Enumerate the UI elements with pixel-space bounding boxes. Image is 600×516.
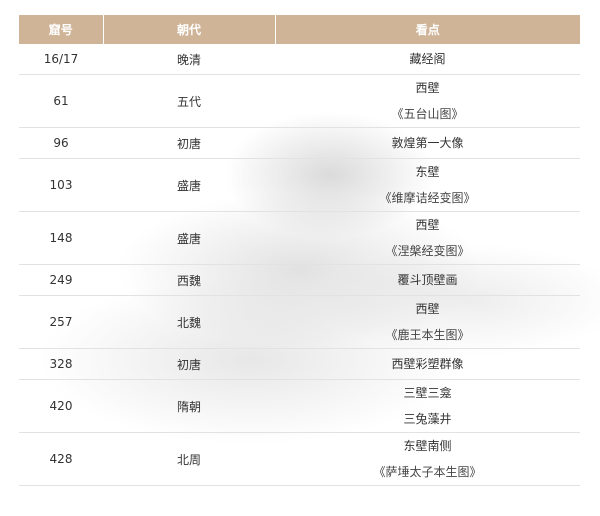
table-row: 103 盛唐 东壁 《维摩诘经变图》 [19,158,580,212]
dynasty-cell: 隋朝 [103,379,275,433]
cave-table-container: 窟号 朝代 看点 16/17 晚清 藏经阁 61 五代 西壁 《五台山图》 96 初唐 敦煌第一大… [19,15,580,486]
table-row: 16/17 晚清 藏经阁 [19,44,580,75]
sights-line: 三兔藻井 [403,412,452,426]
cave-number-cell: 103 [19,158,103,212]
cave-number-cell: 328 [19,348,103,380]
header-cave-number: 窟号 [19,15,104,44]
table-row: 61 五代 西壁 《五台山图》 [19,74,580,128]
cave-number-cell: 249 [19,264,103,296]
sights-line: 西壁 [415,302,440,316]
table-row: 428 北周 东壁南侧 《萨埵太子本生图》 [19,432,580,486]
cave-number-cell: 61 [19,74,103,128]
table-row: 257 北魏 西壁 《鹿王本生图》 [19,295,580,349]
sights-line: 西壁 [415,81,440,95]
header-dynasty: 朝代 [103,15,276,44]
table-row: 328 初唐 西壁彩塑群像 [19,348,580,380]
sights-line: 东壁南侧 [403,439,452,453]
cave-number-cell: 420 [19,379,103,433]
header-sights: 看点 [275,15,580,44]
cave-number-cell: 428 [19,432,103,486]
dynasty-cell: 盛唐 [103,158,275,212]
dynasty-cell: 五代 [103,74,275,128]
dynasty-cell: 初唐 [103,348,275,380]
dynasty-cell: 北周 [103,432,275,486]
dynasty-cell: 晚清 [103,44,275,75]
sights-line: 覆斗顶壁画 [397,273,458,287]
sights-line: 《鹿王本生图》 [385,328,470,342]
sights-line: 西壁彩塑群像 [391,357,464,371]
sights-cell: 藏经阁 [275,44,580,75]
table-row: 96 初唐 敦煌第一大像 [19,127,580,159]
dynasty-cell: 盛唐 [103,211,275,265]
sights-line: 东壁 [415,165,440,179]
sights-line: 《维摩诘经变图》 [379,191,476,205]
sights-cell: 西壁 《涅槃经变图》 [275,211,580,265]
sights-line: 三壁三龛 [403,386,452,400]
dynasty-cell: 初唐 [103,127,275,159]
cave-number-cell: 96 [19,127,103,159]
sights-cell: 覆斗顶壁画 [275,264,580,296]
sights-line: 藏经阁 [409,52,446,66]
sights-cell: 三壁三龛 三兔藻井 [275,379,580,433]
sights-cell: 西壁彩塑群像 [275,348,580,380]
sights-cell: 东壁南侧《萨埵太子本生图》 [275,432,580,486]
dynasty-cell: 西魏 [103,264,275,296]
sights-line: 《涅槃经变图》 [385,244,470,258]
cave-number-cell: 16/17 [19,44,103,75]
table-row: 148 盛唐 西壁 《涅槃经变图》 [19,211,580,265]
sights-cell: 西壁 《五台山图》 [275,74,580,128]
sights-line: 《五台山图》 [391,107,464,121]
table-row: 249 西魏 覆斗顶壁画 [19,264,580,296]
cave-number-cell: 257 [19,295,103,349]
dynasty-cell: 北魏 [103,295,275,349]
sights-line: 敦煌第一大像 [391,136,464,150]
cave-sights-table: 窟号 朝代 看点 16/17 晚清 藏经阁 61 五代 西壁 《五台山图》 96 初唐 敦煌第一大… [19,15,580,486]
sights-cell: 东壁《维摩诘经变图》 [275,158,580,212]
sights-cell: 敦煌第一大像 [275,127,580,159]
table-header-row: 窟号 朝代 看点 [19,15,580,44]
cave-number-cell: 148 [19,211,103,265]
sights-cell: 西壁 《鹿王本生图》 [275,295,580,349]
sights-line: 《萨埵太子本生图》 [373,465,482,479]
sights-line: 西壁 [415,218,440,232]
table-row: 420 隋朝 三壁三龛 三兔藻井 [19,379,580,433]
table-body: 16/17 晚清 藏经阁 61 五代 西壁 《五台山图》 96 初唐 敦煌第一大像 103 盛唐 东壁《… [19,44,580,486]
